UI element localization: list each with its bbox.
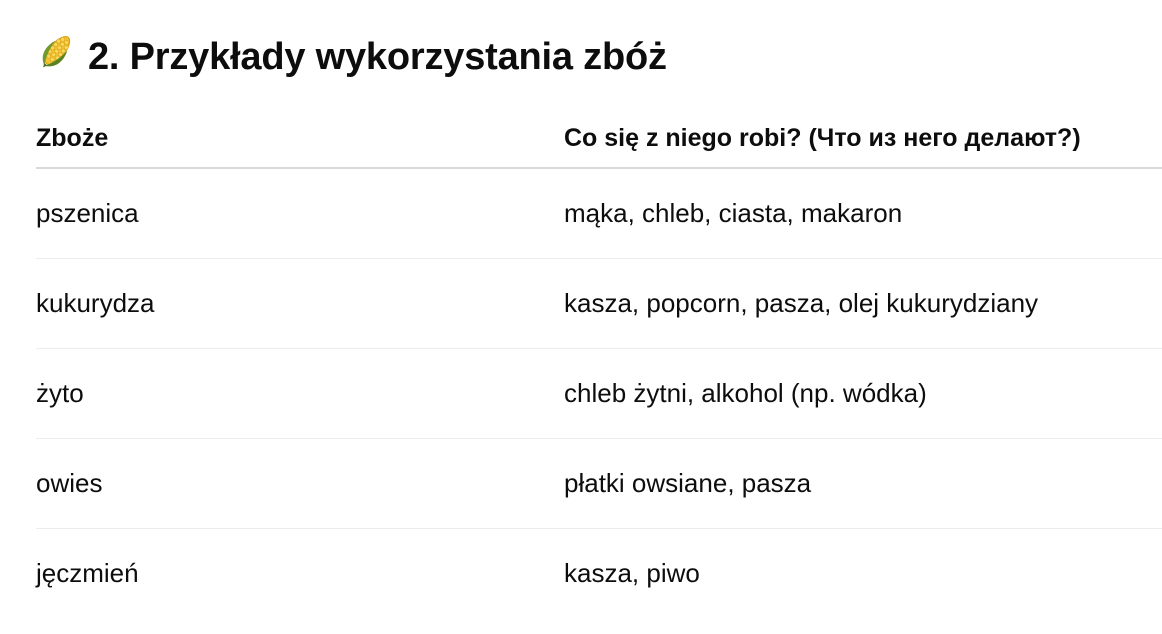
- grain-cell: pszenica: [36, 168, 564, 259]
- grain-cell: owies: [36, 438, 564, 529]
- table-row: kukurydza kasza, popcorn, pasza, olej ku…: [36, 258, 1162, 349]
- table-header-row: Zboże Co się z niego robi? (Что из него …: [36, 110, 1162, 169]
- uses-cell: chleb żytni, alkohol (np. wódka): [564, 348, 1162, 439]
- section-heading: 2. Przykłady wykorzystania zbóż: [36, 30, 667, 84]
- table-row: pszenica mąka, chleb, ciasta, makaron: [36, 168, 1162, 259]
- uses-cell: płatki owsiane, pasza: [564, 438, 1162, 529]
- uses-cell: kasza, piwo: [564, 558, 700, 588]
- table-row: jęczmień kasza, piwo: [36, 529, 1162, 619]
- table-row: owies płatki owsiane, pasza: [36, 438, 1162, 529]
- column-header-grain: Zboże: [36, 110, 564, 169]
- table-row: żyto chleb żytni, alkohol (np. wódka): [36, 348, 1162, 439]
- grain-cell: żyto: [36, 348, 564, 439]
- column-header-uses: Co się z niego robi? (Что из него делают…: [564, 110, 1162, 169]
- uses-cell: kasza, popcorn, pasza, olej kukurydziany: [564, 258, 1162, 349]
- section-title: 2. Przykłady wykorzystania zbóż: [88, 35, 667, 78]
- grain-cell: kukurydza: [36, 258, 564, 349]
- corn-icon: [36, 30, 76, 84]
- uses-cell: mąka, chleb, ciasta, makaron: [564, 168, 1162, 259]
- grain-usage-table: Zboże Co się z niego robi? (Что из него …: [36, 110, 1162, 618]
- grain-cell: jęczmień: [36, 558, 139, 588]
